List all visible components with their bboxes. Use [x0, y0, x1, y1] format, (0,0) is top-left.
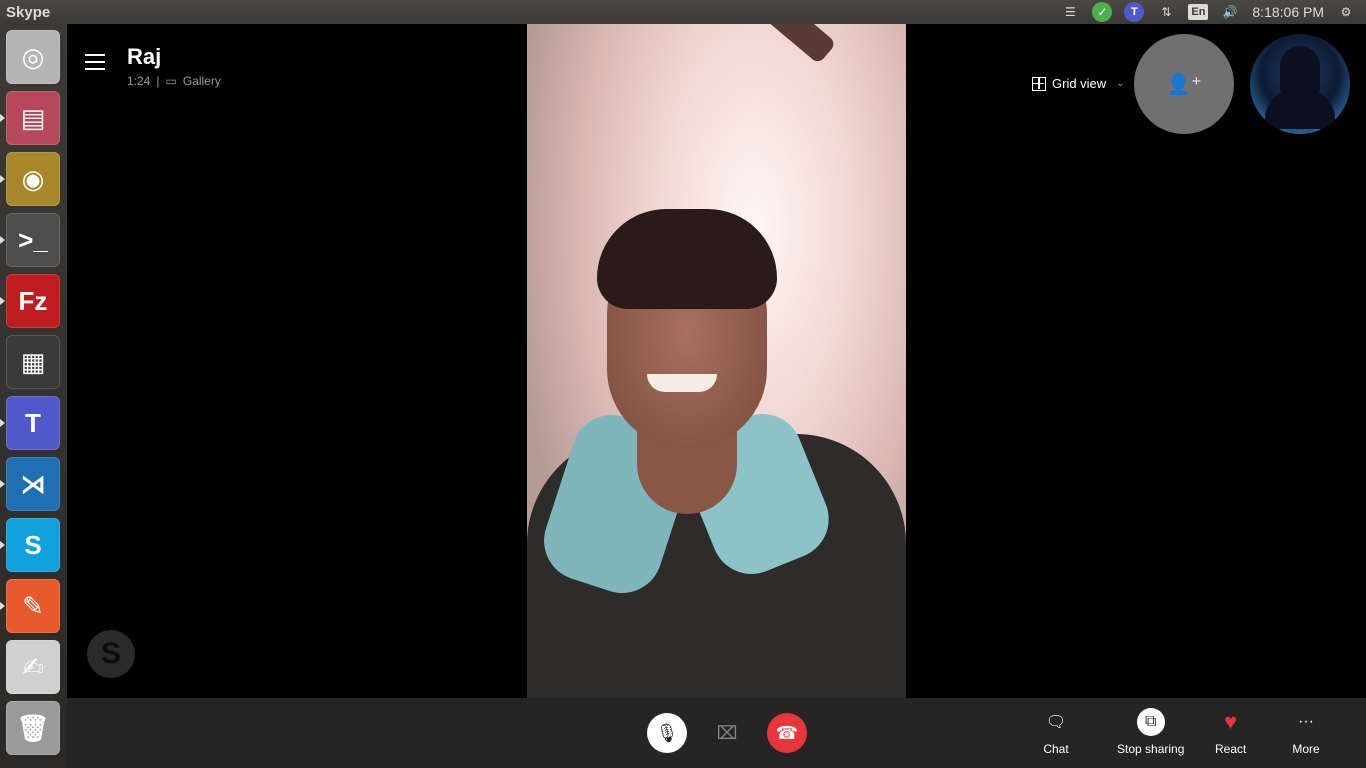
running-indicator [0, 480, 5, 488]
settings-icon[interactable]: ⚙ [1336, 3, 1356, 21]
video-off-icon: ⌧ [716, 722, 738, 743]
remote-video-feed [527, 24, 906, 698]
system-tray: ☰ ✓ T ⇅ En 🔊 8:18:06 PM ⚙ [1060, 2, 1366, 22]
system-top-panel: Skype ☰ ✓ T ⇅ En 🔊 8:18:06 PM ⚙ [0, 0, 1366, 24]
avatar-body [1265, 89, 1335, 129]
unity-launcher: ◎ ▤ ◉ >_ Fz ▦ T ⋊ S ✎ ✍ 🗑 [0, 24, 67, 768]
active-app-name: Skype [6, 3, 51, 21]
more-button[interactable]: ··· More [1292, 708, 1320, 756]
react-label: React [1215, 742, 1247, 756]
grid-view-button[interactable]: Grid view ⌄ [1032, 76, 1125, 91]
heart-icon: ♥ [1224, 709, 1238, 734]
running-indicator [0, 114, 5, 122]
chat-button[interactable]: 🗨 Chat [1042, 708, 1070, 756]
teams-icon[interactable]: T [1124, 2, 1145, 22]
skype-logo-icon: S [87, 630, 135, 678]
volume-icon[interactable]: 🔊 [1220, 3, 1240, 21]
self-video-avatar[interactable] [1250, 34, 1350, 134]
add-person-icon: 👤⁺ [1166, 73, 1202, 96]
hang-up-button[interactable]: ☎ [767, 713, 807, 753]
launcher-text-editor-icon[interactable]: ✍ [6, 640, 60, 694]
gallery-icon: ▭ [165, 74, 177, 88]
more-label: More [1292, 742, 1320, 756]
chat-icon: 🗨 [1045, 714, 1067, 731]
launcher-trash-icon[interactable]: 🗑 [6, 701, 60, 755]
ellipsis-icon: ··· [1298, 713, 1314, 730]
launcher-filezilla-icon[interactable]: Fz [6, 274, 60, 328]
view-mode-label[interactable]: Gallery [183, 74, 221, 88]
running-indicator [0, 541, 5, 549]
grid-view-label: Grid view [1052, 76, 1107, 91]
ceiling-fan [757, 24, 837, 65]
language-indicator[interactable]: En [1188, 4, 1209, 20]
person-smile [647, 374, 717, 392]
running-indicator [0, 602, 5, 610]
running-indicator [0, 236, 5, 244]
grid-icon [1032, 76, 1046, 91]
stop-sharing-button[interactable]: ⧉ Stop sharing [1117, 708, 1184, 756]
chevron-down-icon: ⌄ [1116, 78, 1125, 89]
caller-name: Raj [127, 44, 162, 69]
share-screen-icon: ⧉ [1136, 708, 1165, 736]
launcher-ubuntu-dash-icon[interactable]: ◎ [6, 30, 60, 84]
phone-hangup-icon: ☎ [775, 722, 799, 743]
add-participant-button[interactable]: 👤⁺ [1134, 34, 1234, 134]
launcher-files-icon[interactable]: ▤ [6, 91, 60, 145]
chat-label: Chat [1043, 742, 1069, 756]
stop-sharing-label: Stop sharing [1117, 742, 1185, 756]
microphone-icon: 🎙 [655, 722, 679, 743]
call-stage: Raj 1:24 | ▭ Gallery Grid view ⌄ 👤⁺ S [67, 24, 1366, 698]
launcher-postman-icon[interactable]: ✎ [6, 579, 60, 633]
person-hair [597, 209, 777, 309]
call-meta: 1:24 | ▭ Gallery [127, 74, 221, 88]
launcher-chrome-icon[interactable]: ◉ [6, 152, 60, 206]
launcher-teams-icon[interactable]: T [6, 396, 60, 450]
menu-list-icon[interactable]: ☰ [1060, 3, 1080, 21]
meta-separator: | [156, 74, 160, 88]
launcher-vscode-icon[interactable]: ⋊ [6, 457, 60, 511]
microphone-button[interactable]: 🎙 [647, 713, 687, 753]
clock[interactable]: 8:18:06 PM [1252, 3, 1324, 21]
react-button[interactable]: ♥ React [1215, 708, 1246, 756]
running-indicator [0, 175, 5, 183]
call-control-bar: 🎙 ⌧ ☎ 🗨 Chat ⧉ Stop sharing ♥ React ··· … [67, 698, 1366, 768]
launcher-terminal-icon[interactable]: >_ [6, 213, 60, 267]
menu-icon[interactable] [85, 54, 105, 70]
running-indicator [0, 419, 5, 427]
running-indicator [0, 297, 5, 305]
network-icon[interactable]: ⇅ [1156, 3, 1176, 21]
launcher-workspace-switcher-icon[interactable]: ▦ [6, 335, 60, 389]
launcher-skype-icon[interactable]: S [6, 518, 60, 572]
call-duration: 1:24 [127, 74, 151, 88]
camera-toggle-button[interactable]: ⌧ [707, 713, 747, 753]
check-icon[interactable]: ✓ [1092, 2, 1113, 22]
